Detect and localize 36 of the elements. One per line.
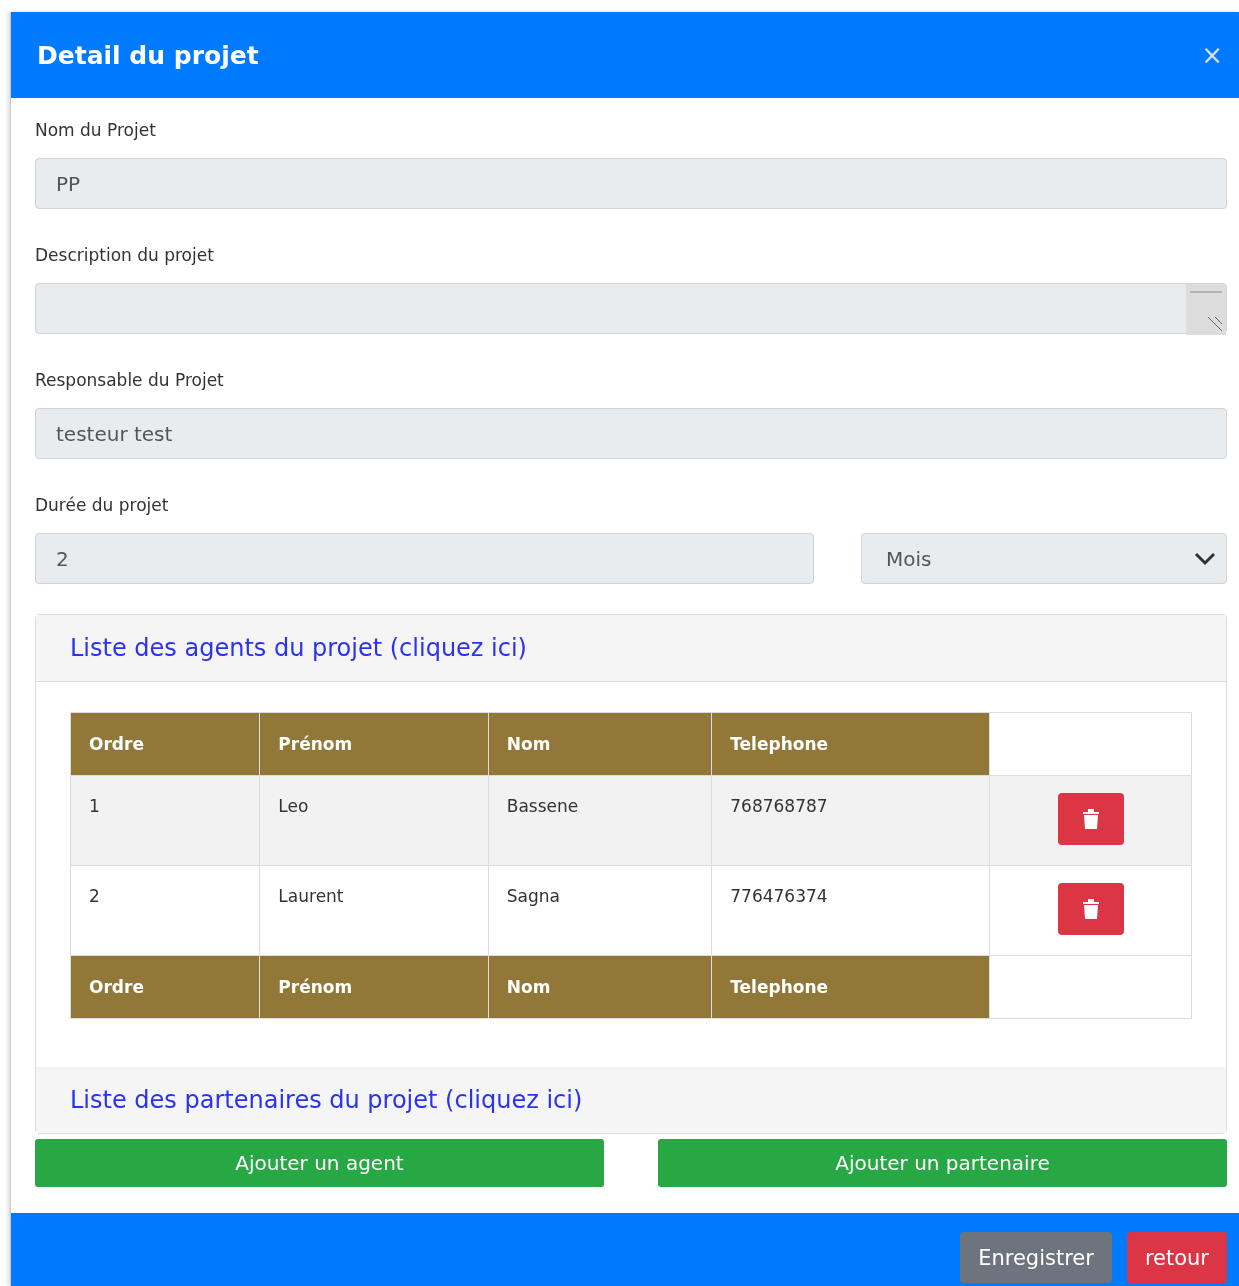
column-footer: Telephone	[711, 955, 990, 1019]
table-cell: Leo	[259, 775, 489, 866]
accordion-link[interactable]: Liste des agents du projet (cliquez ici)	[70, 634, 527, 662]
column-footer: Prénom	[259, 955, 489, 1019]
table-cell: Sagna	[488, 865, 712, 956]
accordion-link[interactable]: Liste des partenaires du projet (cliquez ici)	[70, 1086, 583, 1114]
field-label: Nom du Projet	[35, 120, 157, 140]
modal-title: Detail du projet	[37, 40, 259, 70]
text-field[interactable]: PP	[35, 158, 1227, 209]
field-label: Responsable du Projet	[35, 370, 225, 390]
field-label: Durée du projet	[35, 495, 170, 515]
number-field[interactable]: 2	[35, 533, 814, 584]
trash-icon	[1080, 898, 1101, 920]
delete-button[interactable]	[1057, 883, 1124, 935]
textarea-field[interactable]	[35, 283, 1227, 334]
delete-button[interactable]	[1057, 793, 1124, 845]
text-field[interactable]: testeur test	[35, 408, 1227, 459]
table-cell: 2	[70, 865, 260, 956]
trash-icon	[1080, 808, 1101, 830]
table-cell: Bassene	[488, 775, 712, 866]
save-button[interactable]: Enregistrer	[960, 1232, 1112, 1283]
field-label: Description du projet	[35, 245, 215, 265]
table-cell: 1	[70, 775, 260, 866]
column-footer: Nom	[488, 955, 712, 1019]
unit-select[interactable]: Mois	[861, 533, 1227, 584]
resize-handle-icon[interactable]	[1186, 284, 1226, 335]
table-cell: 776476374	[711, 865, 990, 956]
column-header: Telephone	[711, 712, 990, 776]
chevron-down-icon	[1194, 551, 1216, 566]
column-header: Prénom	[259, 712, 489, 776]
column-header: Nom	[488, 712, 712, 776]
column-footer: Ordre	[70, 955, 260, 1019]
column-header: Ordre	[70, 712, 260, 776]
back-button[interactable]: retour	[1126, 1232, 1227, 1283]
table-cell: Laurent	[259, 865, 489, 956]
table-cell: 768768787	[711, 775, 990, 866]
